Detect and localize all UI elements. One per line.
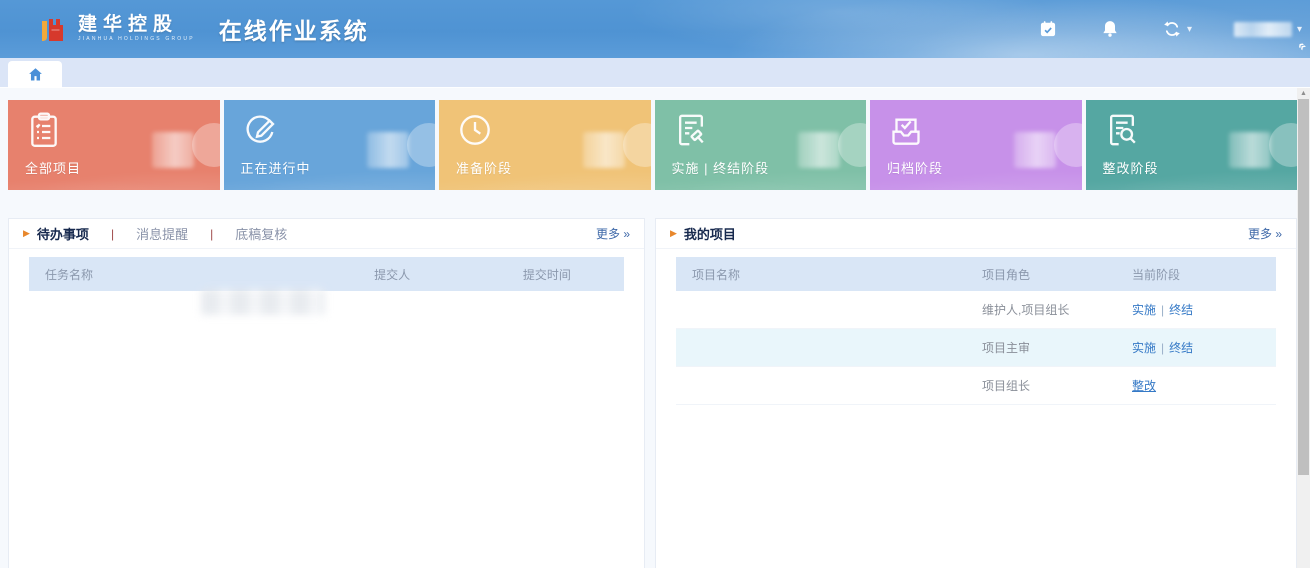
card-arrow-decoration (1269, 123, 1297, 167)
current-stage-cell: 实施 | 终结 (1132, 339, 1276, 356)
clock-icon (455, 110, 495, 150)
card-arrow-decoration (623, 123, 651, 167)
scrollbar-up-arrow-icon[interactable]: ▲ (1297, 89, 1310, 99)
stage-link[interactable]: 整改 (1132, 379, 1156, 393)
triangle-marker-icon: ▶ (670, 228, 677, 239)
stage-link[interactable]: 实施 (1132, 341, 1156, 355)
app-header: 建华控股 JIANHUA HOLDINGS GROUP 在线作业系统 (0, 0, 1310, 58)
archive-check-icon (886, 110, 926, 150)
bell-icon (1100, 19, 1120, 39)
chevron-down-icon: ▾ (1297, 24, 1302, 35)
column-current-stage: 当前阶段 (1132, 266, 1276, 283)
user-menu[interactable]: ▾ (1234, 22, 1302, 37)
card-in-progress[interactable]: 正在进行中 (224, 100, 436, 190)
column-project-role: 项目角色 (982, 266, 1132, 283)
tab-separator: | (210, 227, 213, 241)
notifications-button[interactable] (1100, 19, 1120, 39)
tab-message-reminders[interactable]: 消息提醒 (136, 224, 188, 243)
my-projects-header: ▶ 我的项目 更多 » (656, 219, 1296, 249)
stage-separator: | (1161, 341, 1164, 355)
todo-panel-header: ▶ 待办事项 | 消息提醒 | 底稿复核 更多 » (9, 219, 644, 249)
stage-link[interactable]: 终结 (1169, 341, 1193, 355)
scrollbar-thumb[interactable] (1298, 99, 1309, 475)
calendar-check-button[interactable] (1038, 19, 1058, 39)
card-rectification-stage[interactable]: 整改阶段 (1086, 100, 1298, 190)
table-row[interactable]: 维护人,项目组长 实施 | 终结 (676, 291, 1276, 329)
tab-todo-items[interactable]: 待办事项 (37, 224, 89, 243)
card-label: 实施 | 终结阶段 (672, 158, 770, 177)
column-submitter: 提交人 (374, 266, 523, 283)
home-icon (27, 66, 44, 83)
document-search-icon (1102, 110, 1142, 150)
project-role: 项目组长 (982, 377, 1132, 394)
column-submit-time: 提交时间 (523, 266, 624, 283)
brand-name: 建华控股 (78, 15, 195, 35)
card-label: 全部项目 (25, 158, 81, 177)
todo-panel: ▶ 待办事项 | 消息提醒 | 底稿复核 更多 » 任务名称 提交人 提交时间 (8, 218, 645, 568)
table-row[interactable]: 项目主审 实施 | 终结 (676, 329, 1276, 367)
brand-subtitle: JIANHUA HOLDINGS GROUP (78, 37, 195, 42)
project-role: 项目主审 (982, 339, 1132, 356)
clipboard-list-icon (24, 110, 64, 150)
my-projects-title: 我的项目 (684, 224, 736, 243)
username-redacted (1234, 22, 1292, 37)
card-count-redacted (583, 132, 625, 168)
calendar-check-icon (1038, 19, 1058, 39)
card-arrow-decoration (1054, 123, 1082, 167)
card-count-redacted (798, 132, 840, 168)
document-gavel-icon (671, 110, 711, 150)
column-project-name: 项目名称 (676, 266, 982, 283)
card-implementation-stage[interactable]: 实施 | 终结阶段 (655, 100, 867, 190)
chevron-down-icon: ▾ (1187, 24, 1192, 35)
stage-separator: | (1161, 303, 1164, 317)
card-label: 准备阶段 (456, 158, 512, 177)
tab-draft-review[interactable]: 底稿复核 (235, 224, 287, 243)
my-projects-panel: ▶ 我的项目 更多 » 项目名称 项目角色 当前阶段 维护人,项目组长 实施 | 终… (655, 218, 1297, 568)
card-preparation-stage[interactable]: 准备阶段 (439, 100, 651, 190)
stage-link[interactable]: 终结 (1169, 303, 1193, 317)
card-count-redacted (1229, 132, 1271, 168)
card-arrow-decoration (192, 123, 220, 167)
card-archive-stage[interactable]: 归档阶段 (870, 100, 1082, 190)
stage-link[interactable]: 实施 (1132, 303, 1156, 317)
tab-bar (0, 58, 1310, 88)
current-stage-cell: 整改 (1132, 377, 1276, 394)
online-work-system-page: 建华控股 JIANHUA HOLDINGS GROUP 在线作业系统 (0, 0, 1310, 568)
vertical-scrollbar[interactable]: ▲ (1297, 88, 1310, 568)
card-arrow-decoration (838, 123, 866, 167)
card-arrow-decoration (407, 123, 435, 167)
stage-card-row: 全部项目 正在进行中 准备阶段 (8, 100, 1297, 190)
card-label: 归档阶段 (887, 158, 943, 177)
todo-content-redacted (201, 289, 325, 315)
column-task-name: 任务名称 (29, 266, 374, 283)
jianhua-logo-icon (34, 11, 70, 47)
card-count-redacted (1014, 132, 1056, 168)
dashboard-panels: ▶ 待办事项 | 消息提醒 | 底稿复核 更多 » 任务名称 提交人 提交时间 … (8, 218, 1297, 568)
card-label: 正在进行中 (241, 158, 311, 177)
tab-separator: | (111, 227, 114, 241)
refresh-dropdown-button[interactable]: ▾ (1162, 19, 1192, 39)
my-projects-more-link[interactable]: 更多 » (1248, 225, 1282, 242)
project-role: 维护人,项目组长 (982, 301, 1132, 318)
header-toolbar: ▾ ▾ (1038, 0, 1310, 58)
current-stage-cell: 实施 | 终结 (1132, 301, 1276, 318)
tab-home[interactable] (8, 61, 62, 88)
card-count-redacted (367, 132, 409, 168)
card-all-projects[interactable]: 全部项目 (8, 100, 220, 190)
table-row[interactable]: 项目组长 整改 (676, 367, 1276, 405)
page-title: 在线作业系统 (219, 12, 369, 46)
projects-table-header: 项目名称 项目角色 当前阶段 (676, 257, 1276, 291)
todo-more-link[interactable]: 更多 » (596, 225, 630, 242)
refresh-icon (1162, 19, 1182, 39)
todo-table-header: 任务名称 提交人 提交时间 (29, 257, 624, 291)
triangle-marker-icon: ▶ (23, 228, 30, 239)
card-label: 整改阶段 (1103, 158, 1159, 177)
card-count-redacted (152, 132, 194, 168)
brand-block: 建华控股 JIANHUA HOLDINGS GROUP (78, 15, 195, 42)
edit-circle-icon (240, 110, 280, 150)
